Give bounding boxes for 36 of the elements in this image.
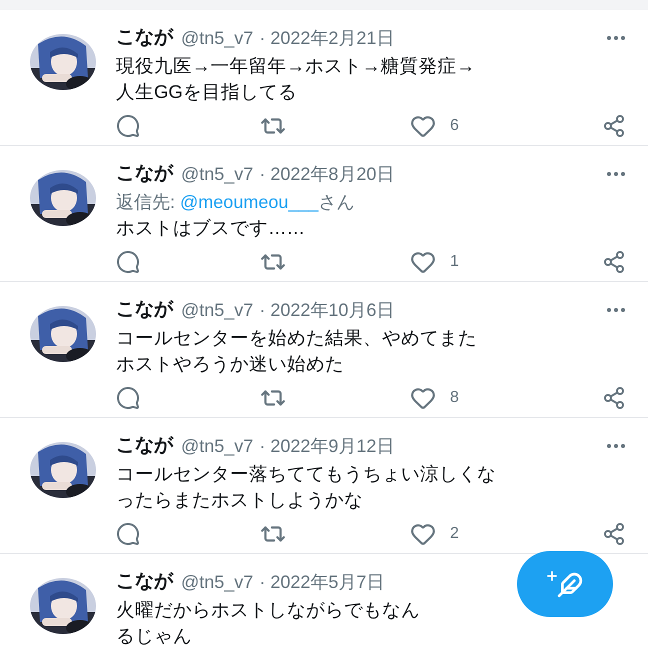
like-count: 1: [450, 252, 459, 272]
user-handle: @tn5_v7: [181, 434, 254, 458]
user-handle: @tn5_v7: [181, 570, 254, 594]
tweet-text: ホストはブスです……: [116, 216, 306, 240]
like-count: 8: [450, 388, 459, 408]
user-name: こなが: [116, 298, 173, 322]
tweet-text: 現役九医→一年留年→ホスト→糖質発症→ 人生GGを目指してる: [116, 54, 476, 104]
user-handle: @tn5_v7: [181, 26, 254, 50]
plus-icon: [545, 569, 559, 583]
tweet-date: · 2022年5月7日: [259, 570, 384, 594]
like-count: 6: [450, 116, 459, 136]
share-icon[interactable]: [602, 386, 626, 410]
tweet-text: 火曜だからホストしながらでもなん るじゃん: [116, 598, 421, 648]
tweet-text: コールセンター落ちててもうちょい涼しくな ったらまたホストしようかな: [116, 462, 497, 512]
reply-icon[interactable]: [116, 386, 140, 410]
user-name: こなが: [116, 26, 173, 50]
tweet-date: · 2022年10月6日: [259, 298, 394, 322]
tweet-date: · 2022年8月20日: [259, 162, 394, 186]
user-name: こなが: [116, 162, 173, 186]
reply-icon[interactable]: [116, 114, 140, 138]
tweet-text: コールセンターを始めた結果、やめてまた ホストやろうか迷い始めた: [116, 326, 478, 376]
reply-line: 返信先: @meoumeou___さん: [116, 190, 356, 214]
share-icon[interactable]: [602, 250, 626, 274]
mention-link[interactable]: @meoumeou___: [180, 192, 318, 212]
reply-icon[interactable]: [116, 522, 140, 546]
user-name: こなが: [116, 570, 173, 594]
feather-icon: [557, 572, 583, 598]
share-icon[interactable]: [602, 114, 626, 138]
user-handle: @tn5_v7: [181, 298, 254, 322]
tweet-date: · 2022年2月21日: [259, 26, 394, 50]
user-handle: @tn5_v7: [181, 162, 254, 186]
like-count: 2: [450, 524, 459, 544]
share-icon[interactable]: [602, 522, 626, 546]
tweet-date: · 2022年9月12日: [259, 434, 394, 458]
reply-icon[interactable]: [116, 250, 140, 274]
user-name: こなが: [116, 434, 173, 458]
